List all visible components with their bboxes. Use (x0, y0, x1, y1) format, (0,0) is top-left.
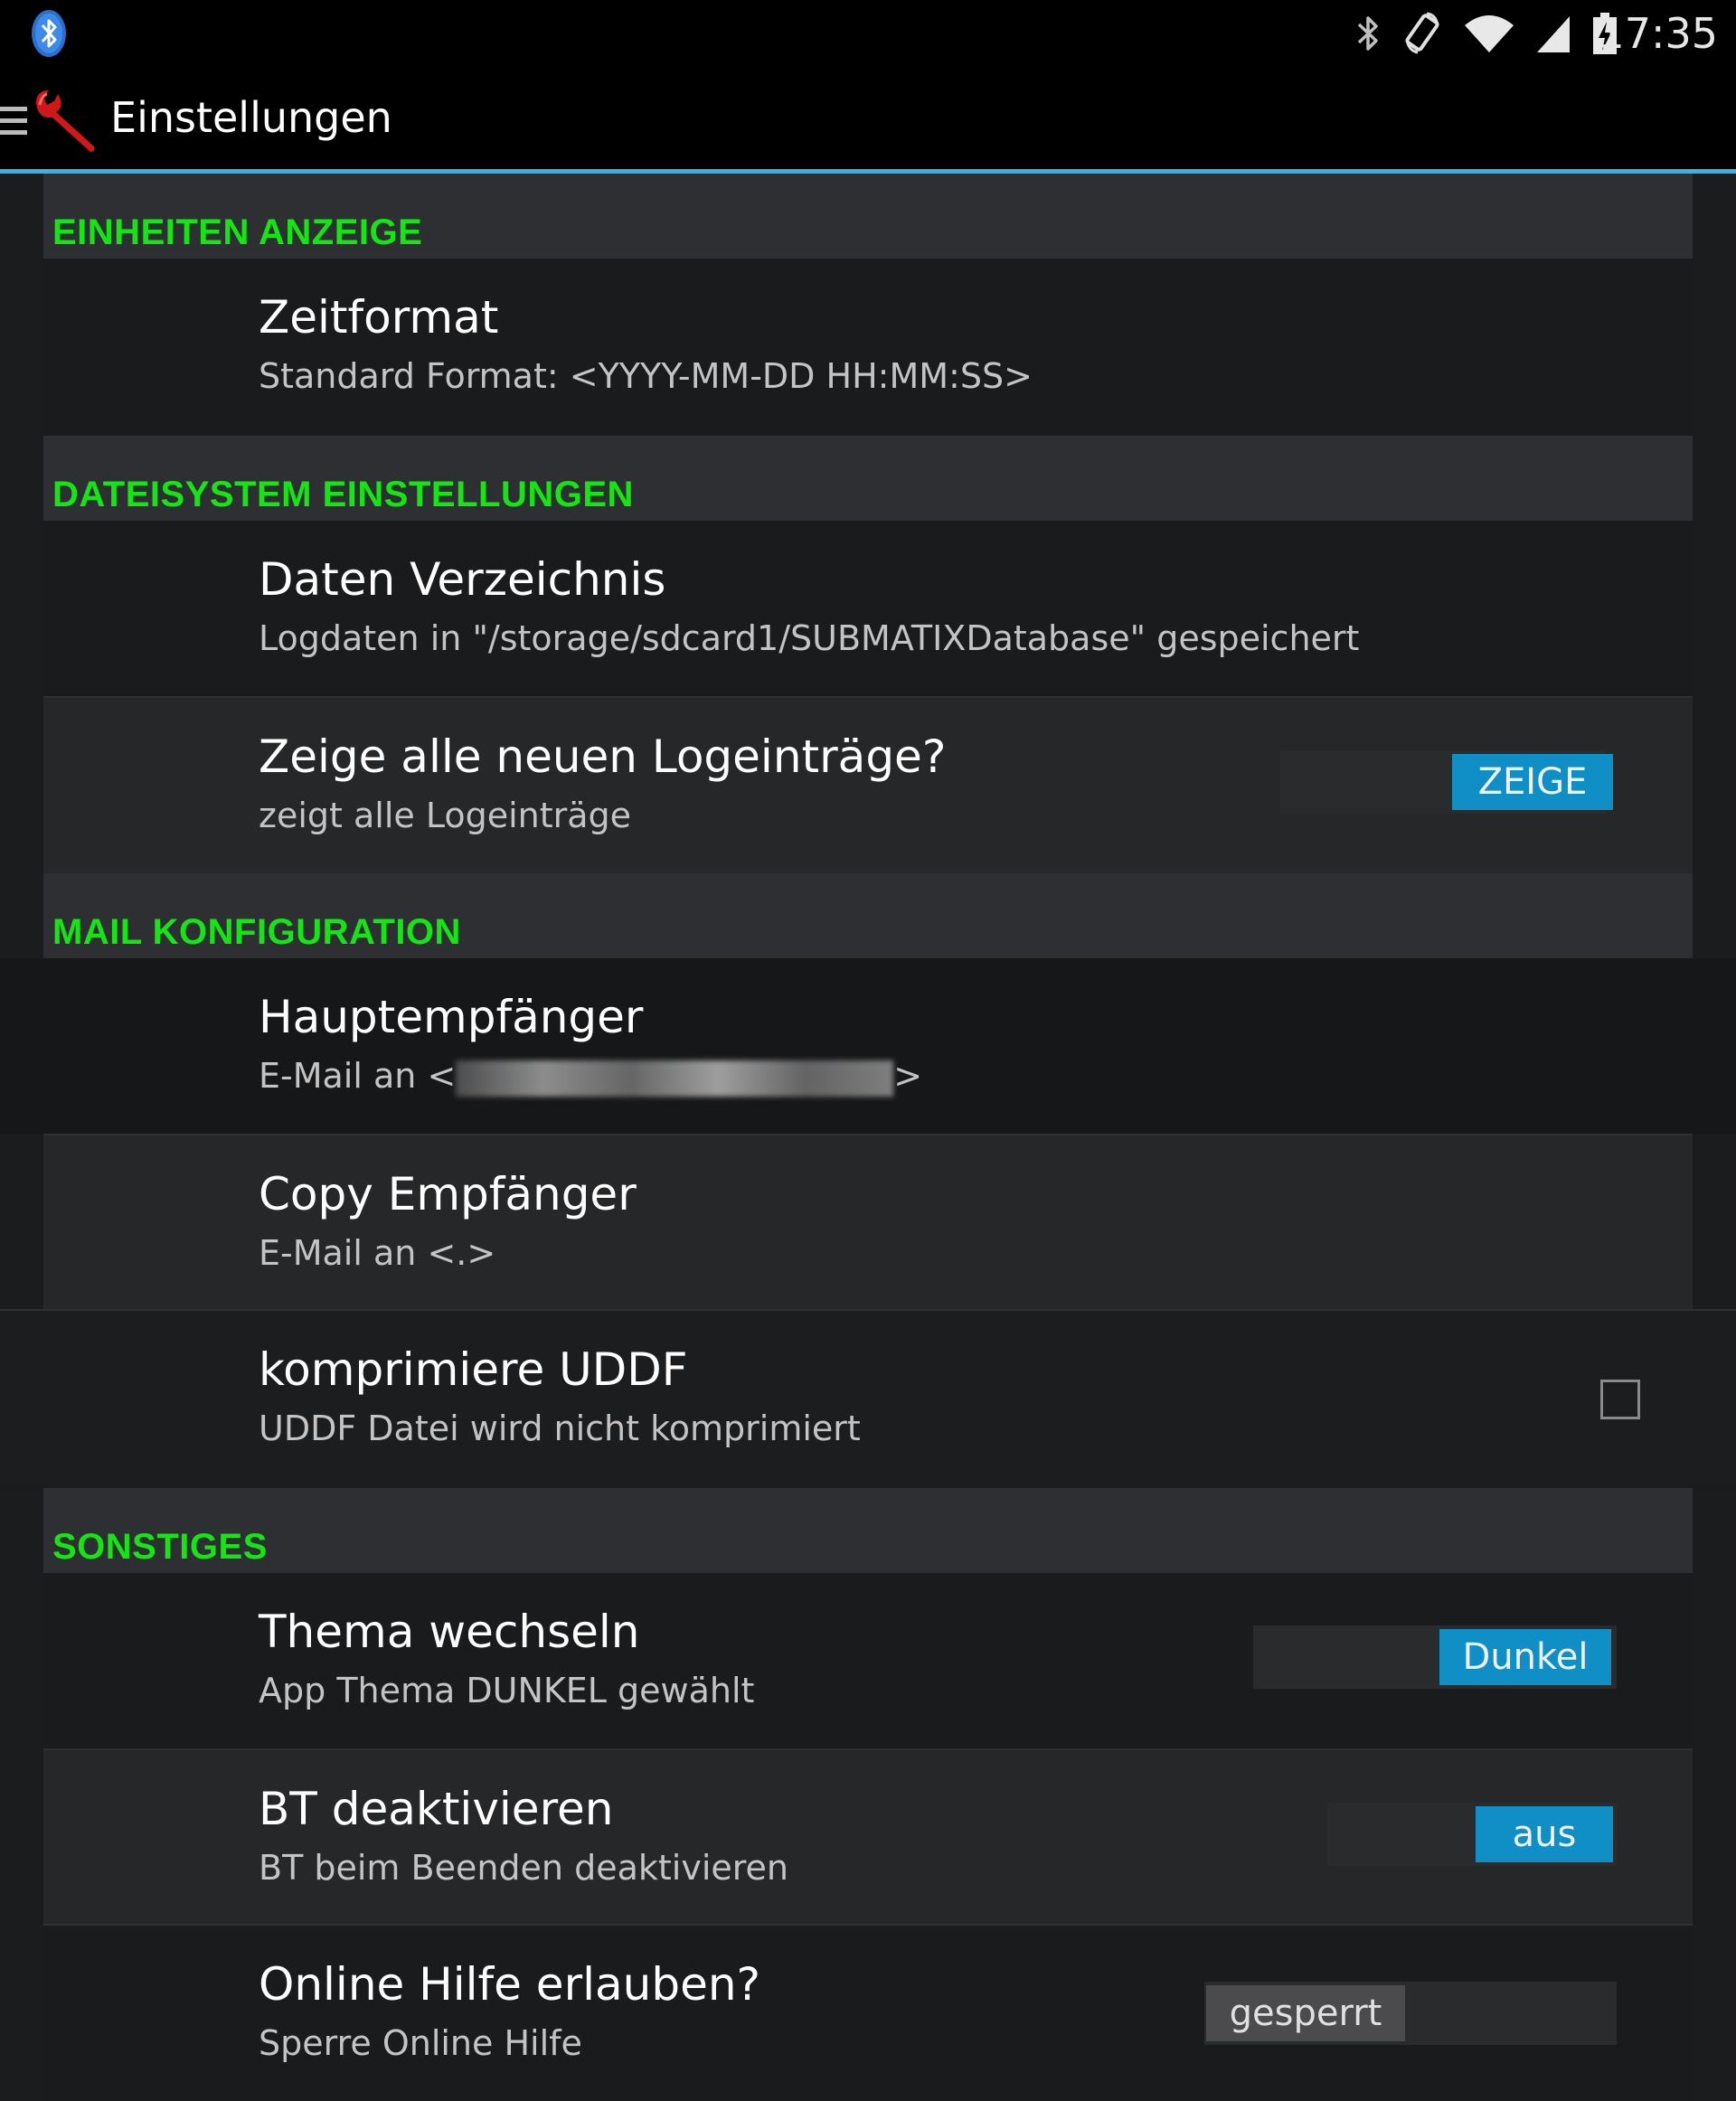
pref-title: Zeige alle neuen Logeinträge? (259, 730, 947, 783)
section-header-einheiten: EINHEITEN ANZEIGE (43, 174, 1693, 259)
zeige-logs-switch[interactable]: ZEIGE (1280, 750, 1613, 814)
komprimiere-uddf-checkbox[interactable] (1600, 1380, 1640, 1419)
pref-summary: App Thema DUNKEL gewählt (259, 1671, 755, 1710)
summary-suffix: > (893, 1056, 923, 1096)
switch-thumb: ZEIGE (1452, 754, 1613, 810)
pref-summary: BT beim Beenden deaktivieren (259, 1848, 789, 1888)
switch-thumb: gesperrt (1206, 1985, 1405, 2041)
pref-komprimiere-uddf[interactable]: komprimiere UDDF UDDF Datei wird nicht k… (0, 1309, 1736, 1486)
screen-rotation-icon (1405, 12, 1439, 54)
pref-hauptempfaenger[interactable]: Hauptempfänger E-Mail an < > (0, 958, 1736, 1134)
pref-zeige-logs[interactable]: Zeige alle neuen Logeinträge? zeigt alle… (43, 696, 1693, 873)
pref-summary: Logdaten in "/storage/sdcard1/SUBMATIXDa… (259, 618, 1360, 658)
bluetooth-icon (1357, 16, 1378, 51)
switch-thumb: Dunkel (1439, 1629, 1611, 1685)
pref-title: Thema wechseln (259, 1606, 640, 1658)
section-header-sonstiges: SONSTIGES (43, 1488, 1693, 1573)
page-title: Einstellungen (110, 93, 392, 142)
pref-title: Zeitformat (259, 291, 499, 344)
pref-summary: E-Mail an < > (259, 1056, 922, 1097)
section-header-label: DATEISYSTEM EINSTELLUNGEN (52, 475, 634, 514)
pref-title: Hauptempfänger (259, 991, 644, 1043)
section-header-label: EINHEITEN ANZEIGE (52, 212, 423, 252)
settings-list: EINHEITEN ANZEIGE Zeitformat Standard Fo… (0, 174, 1736, 2101)
switch-thumb: aus (1476, 1806, 1613, 1862)
drawer-menu-icon[interactable] (0, 103, 27, 139)
pref-online-hilfe[interactable]: Online Hilfe erlauben? Sperre Online Hil… (43, 1924, 1693, 2101)
clock: 17:35 (1598, 9, 1718, 58)
action-bar: Einstellungen (0, 67, 1736, 174)
pref-title: Daten Verzeichnis (259, 553, 666, 606)
pref-bt-deaktivieren[interactable]: BT deaktivieren BT beim Beenden deaktivi… (43, 1748, 1693, 1926)
summary-prefix: E-Mail an < (259, 1056, 457, 1096)
thema-switch[interactable]: Dunkel (1253, 1625, 1617, 1689)
pref-summary: UDDF Datei wird nicht komprimiert (259, 1409, 861, 1448)
pref-summary: zeigt alle Logeinträge (259, 796, 632, 835)
section-header-dateisystem: DATEISYSTEM EINSTELLUNGEN (43, 436, 1693, 521)
cell-signal-icon (1537, 16, 1570, 52)
section-header-mail: MAIL KONFIGURATION (43, 873, 1693, 958)
pref-summary: Sperre Online Hilfe (259, 2023, 582, 2063)
pref-title: BT deaktivieren (259, 1783, 614, 1835)
pref-copy-empfaenger[interactable]: Copy Empfänger E-Mail an <.> (43, 1134, 1693, 1311)
section-header-label: MAIL KONFIGURATION (52, 912, 461, 952)
wrench-app-icon[interactable] (31, 87, 103, 154)
bluetooth-app-icon (32, 10, 66, 57)
pref-thema[interactable]: Thema wechseln App Thema DUNKEL gewählt … (43, 1573, 1693, 1748)
pref-summary: E-Mail an <.> (259, 1233, 496, 1273)
status-bar: 17:35 (0, 0, 1736, 67)
pref-zeitformat[interactable]: Zeitformat Standard Format: <YYYY-MM-DD … (43, 259, 1693, 434)
redacted-email (456, 1060, 894, 1097)
pref-title: komprimiere UDDF (259, 1343, 688, 1396)
pref-title: Copy Empfänger (259, 1168, 637, 1220)
online-hilfe-switch[interactable]: gesperrt (1204, 1982, 1617, 2045)
bt-deaktivieren-switch[interactable]: aus (1327, 1803, 1617, 1866)
section-header-label: SONSTIGES (52, 1527, 268, 1567)
pref-daten-verzeichnis[interactable]: Daten Verzeichnis Logdaten in "/storage/… (43, 521, 1693, 696)
wifi-icon (1465, 15, 1514, 52)
pref-title: Online Hilfe erlauben? (259, 1958, 761, 2011)
pref-summary: Standard Format: <YYYY-MM-DD HH:MM:SS> (259, 356, 1033, 396)
